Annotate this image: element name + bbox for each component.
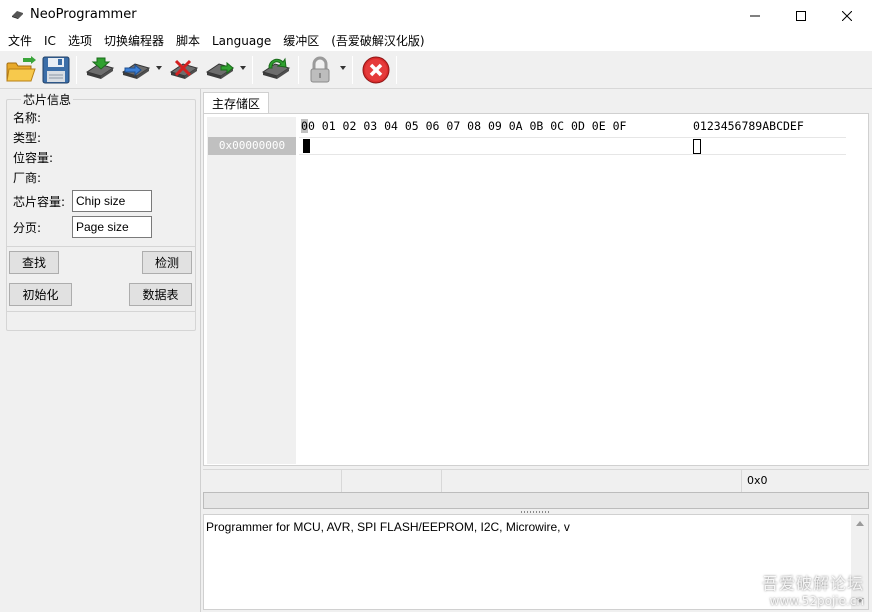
splitter-grip[interactable]	[521, 511, 551, 513]
lock-icon	[310, 56, 330, 83]
page-size-label: 分页:	[13, 221, 42, 235]
hex-column-header: 00 01 02 03 04 05 06 07 08 09 0A 0B 0C 0…	[301, 117, 849, 135]
status-cell-2	[342, 470, 442, 492]
chip-app-icon	[12, 11, 23, 19]
ascii-column-header: 0123456789ABCDEF	[693, 119, 804, 133]
watermark-line1: 吾爱破解论坛	[761, 574, 864, 593]
toolbar-separator	[396, 56, 397, 84]
menu-buffer[interactable]: 缓冲区	[277, 31, 325, 51]
toolbar	[0, 51, 872, 89]
chip-type-label: 类型:	[13, 131, 42, 145]
status-bar: 0x0	[203, 469, 869, 492]
address-gutter	[207, 117, 296, 464]
stop-button[interactable]	[360, 54, 392, 86]
window-title: NeoProgrammer	[30, 7, 137, 22]
chip-size-label: 芯片容量:	[13, 195, 66, 209]
toolbar-separator	[352, 56, 353, 84]
hex-editor[interactable]: 0x00000000 00 01 02 03 04 05 06 07 08 09…	[203, 113, 869, 466]
title-bar: NeoProgrammer	[0, 0, 872, 31]
chip-info-panel: 芯片信息 名称: 类型: 位容量: 厂商: 芯片容量: Chip size 分页…	[0, 89, 201, 612]
read-button[interactable]	[84, 54, 116, 86]
open-button[interactable]	[4, 54, 38, 86]
status-offset: 0x0	[747, 474, 768, 487]
lock-button[interactable]	[306, 54, 334, 86]
tab-main-memory[interactable]: 主存储区	[203, 92, 269, 114]
maximize-button[interactable]	[778, 0, 824, 31]
toolbar-separator	[76, 56, 77, 84]
menu-file[interactable]: 文件	[0, 31, 38, 51]
scroll-up-icon[interactable]	[856, 521, 864, 526]
chip-bitsize-label: 位容量:	[13, 151, 54, 165]
minimize-button[interactable]	[732, 0, 778, 31]
ascii-cursor	[693, 139, 701, 154]
hex-cursor	[303, 139, 310, 153]
find-button[interactable]: 查找	[9, 251, 59, 274]
watermark: 吾爱破解论坛 www.52pojie.cn	[762, 570, 864, 608]
maximize-icon	[796, 10, 806, 21]
verify-chip-icon	[205, 61, 235, 79]
datasheet-button[interactable]: 数据表	[129, 283, 192, 306]
erase-chip-icon	[169, 59, 199, 79]
lock-dropdown-arrow[interactable]	[340, 66, 346, 70]
init-button[interactable]: 初始化	[9, 283, 72, 306]
chip-vendor-label: 厂商:	[13, 171, 42, 185]
save-floppy-icon	[42, 56, 70, 84]
chip-info-legend: 芯片信息	[21, 91, 74, 108]
toolbar-separator	[252, 56, 253, 84]
erase-button[interactable]	[168, 54, 200, 86]
read-chip-icon	[85, 57, 115, 79]
write-button[interactable]	[120, 54, 152, 86]
write-chip-icon	[121, 63, 151, 79]
close-button[interactable]	[824, 0, 870, 31]
open-folder-icon	[6, 56, 36, 82]
save-button[interactable]	[40, 54, 72, 86]
verify-button[interactable]	[204, 54, 236, 86]
auto-button[interactable]	[260, 54, 292, 86]
chip-name-label: 名称:	[13, 111, 42, 125]
status-cell-1	[203, 470, 342, 492]
status-cell-3	[442, 470, 742, 492]
menu-language[interactable]: Language	[206, 31, 277, 51]
stop-icon	[362, 56, 390, 84]
hex-column-header-selected: 0	[301, 119, 308, 133]
write-dropdown-arrow[interactable]	[156, 66, 162, 70]
row-address: 0x00000000	[208, 137, 296, 155]
menu-script[interactable]: 脚本	[170, 31, 206, 51]
watermark-line2: www.52pojie.cn	[769, 594, 864, 608]
verify-dropdown-arrow[interactable]	[240, 66, 246, 70]
menu-ic[interactable]: IC	[38, 31, 62, 51]
ascii-data-row[interactable]	[688, 137, 846, 155]
auto-program-icon	[261, 57, 291, 79]
app-window: NeoProgrammer 文件 IC 选项 切换编程器 脚本 Language…	[0, 0, 872, 612]
menu-switch-programmer[interactable]: 切换编程器	[98, 31, 170, 51]
menu-bar: 文件 IC 选项 切换编程器 脚本 Language 缓冲区 (吾爱破解汉化版)	[0, 31, 872, 51]
toolbar-separator	[298, 56, 299, 84]
minimize-icon	[750, 15, 760, 16]
menu-about-localization[interactable]: (吾爱破解汉化版)	[325, 31, 430, 51]
log-text: Programmer for MCU, AVR, SPI FLASH/EEPRO…	[206, 520, 570, 534]
page-size-field[interactable]: Page size	[72, 216, 152, 238]
chip-size-field[interactable]: Chip size	[72, 190, 152, 212]
menu-options[interactable]: 选项	[62, 31, 98, 51]
detect-button[interactable]: 检测	[142, 251, 192, 274]
progress-bar	[203, 492, 869, 509]
close-icon	[842, 10, 852, 21]
hex-column-header-rest: 0 01 02 03 04 05 06 07 08 09 0A 0B 0C 0D…	[307, 119, 627, 133]
